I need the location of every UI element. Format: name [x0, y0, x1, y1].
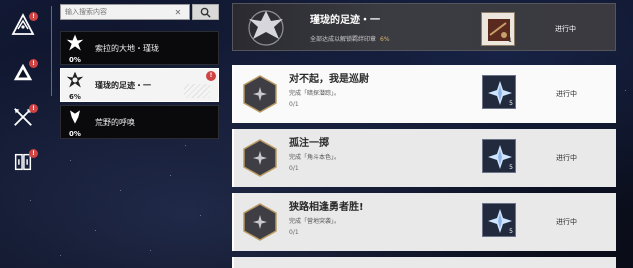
chapter-emblem-icon: 0% — [61, 31, 89, 65]
notification-badge: ! — [29, 149, 38, 158]
search-box: ✕ — [60, 4, 190, 20]
quest-hex-icon — [243, 75, 277, 113]
quest-description: 完成「角斗本色」。 — [289, 154, 341, 161]
chapter-banner: 瑾珑的足迹・一 全部达成以解锁羁绊印章 6% 1 进行中 — [232, 3, 616, 51]
quest-reward-item[interactable]: 5 — [482, 75, 516, 109]
quest-description: 完成「营地突袭」。 — [289, 218, 341, 225]
chapter-percent: 0% — [69, 130, 81, 138]
notification-badge: ! — [206, 71, 216, 81]
dragon-emblem-icon — [241, 5, 291, 55]
rail-item-achievements[interactable]: ! — [6, 8, 40, 42]
quest-status: 进行中 — [556, 90, 577, 98]
chapter-status: 进行中 — [555, 25, 576, 33]
reward-count: 5 — [509, 100, 513, 107]
rail-divider — [51, 6, 52, 96]
quest-card[interactable]: 狭路相逢勇者胜! 完成「营地突袭」。 0/1 5 进行中 — [232, 193, 616, 251]
quest-reward-item[interactable]: 5 — [482, 203, 516, 237]
notification-badge: ! — [29, 12, 38, 21]
quest-progress: 0/1 — [289, 101, 299, 108]
rail-item-exploration[interactable]: ! — [6, 55, 40, 89]
reward-count: 1 — [508, 37, 512, 44]
quest-description: 完成「暗探潜踪」。 — [289, 90, 341, 97]
quest-progress: 0/1 — [289, 165, 299, 172]
chapter-name: 瑾珑的足迹・一 — [95, 80, 151, 90]
reward-count: 5 — [509, 164, 513, 171]
quest-title: 孤注一掷 — [289, 138, 329, 149]
search-icon — [200, 7, 211, 18]
chapter-item[interactable]: 0% 索拉的大地・瑾珑 — [60, 31, 219, 65]
rail-item-collection[interactable]: ! — [6, 145, 40, 179]
search-button[interactable] — [192, 4, 219, 20]
chapter-subtitle: 全部达成以解锁羁绊印章 6% — [310, 34, 390, 43]
quest-card[interactable]: 孤注一掷 完成「角斗本色」。 0/1 5 进行中 — [232, 129, 616, 187]
quest-hex-icon — [243, 139, 277, 177]
subtitle-text: 全部达成以解锁羁绊印章 — [310, 36, 377, 43]
reward-count: 5 — [509, 228, 513, 235]
seal-reward-item[interactable]: 1 — [481, 12, 515, 46]
rail-item-battle[interactable]: ! — [6, 100, 40, 134]
quest-card[interactable]: 对不起，我是巡尉 完成「暗探潜踪」。 0/1 5 进行中 — [232, 65, 616, 123]
chapter-title: 瑾珑的足迹・一 — [310, 15, 380, 26]
close-icon[interactable]: ✕ — [171, 8, 185, 17]
search-input[interactable] — [61, 8, 171, 16]
quest-title: 狭路相逢勇者胜! — [289, 202, 364, 213]
chapter-percent: 6% — [69, 93, 81, 101]
nav-rail: ! ! ! ! — [0, 0, 50, 268]
quest-reward-item[interactable]: 5 — [482, 139, 516, 173]
chapter-name: 荒野的呼唤 — [95, 117, 135, 127]
chapter-emblem-icon: 6% — [61, 68, 89, 102]
notification-badge: ! — [29, 59, 38, 68]
chapter-progress: 6% — [380, 36, 390, 43]
notification-badge: ! — [29, 104, 38, 113]
quest-status: 进行中 — [556, 154, 577, 162]
quest-status: 进行中 — [556, 218, 577, 226]
chapter-emblem-icon: 0% — [61, 105, 89, 139]
decorative-stripes — [184, 84, 210, 98]
chapter-item-selected[interactable]: 6% 瑾珑的足迹・一 ! — [60, 68, 219, 102]
quest-title: 对不起，我是巡尉 — [289, 74, 369, 85]
quest-card-partial[interactable] — [232, 257, 616, 268]
quest-progress: 0/1 — [289, 229, 299, 236]
quest-hex-icon — [243, 203, 277, 241]
chapter-percent: 0% — [69, 56, 81, 64]
chapter-name: 索拉的大地・瑾珑 — [95, 43, 159, 53]
chapter-item[interactable]: 0% 荒野的呼唤 — [60, 105, 219, 139]
